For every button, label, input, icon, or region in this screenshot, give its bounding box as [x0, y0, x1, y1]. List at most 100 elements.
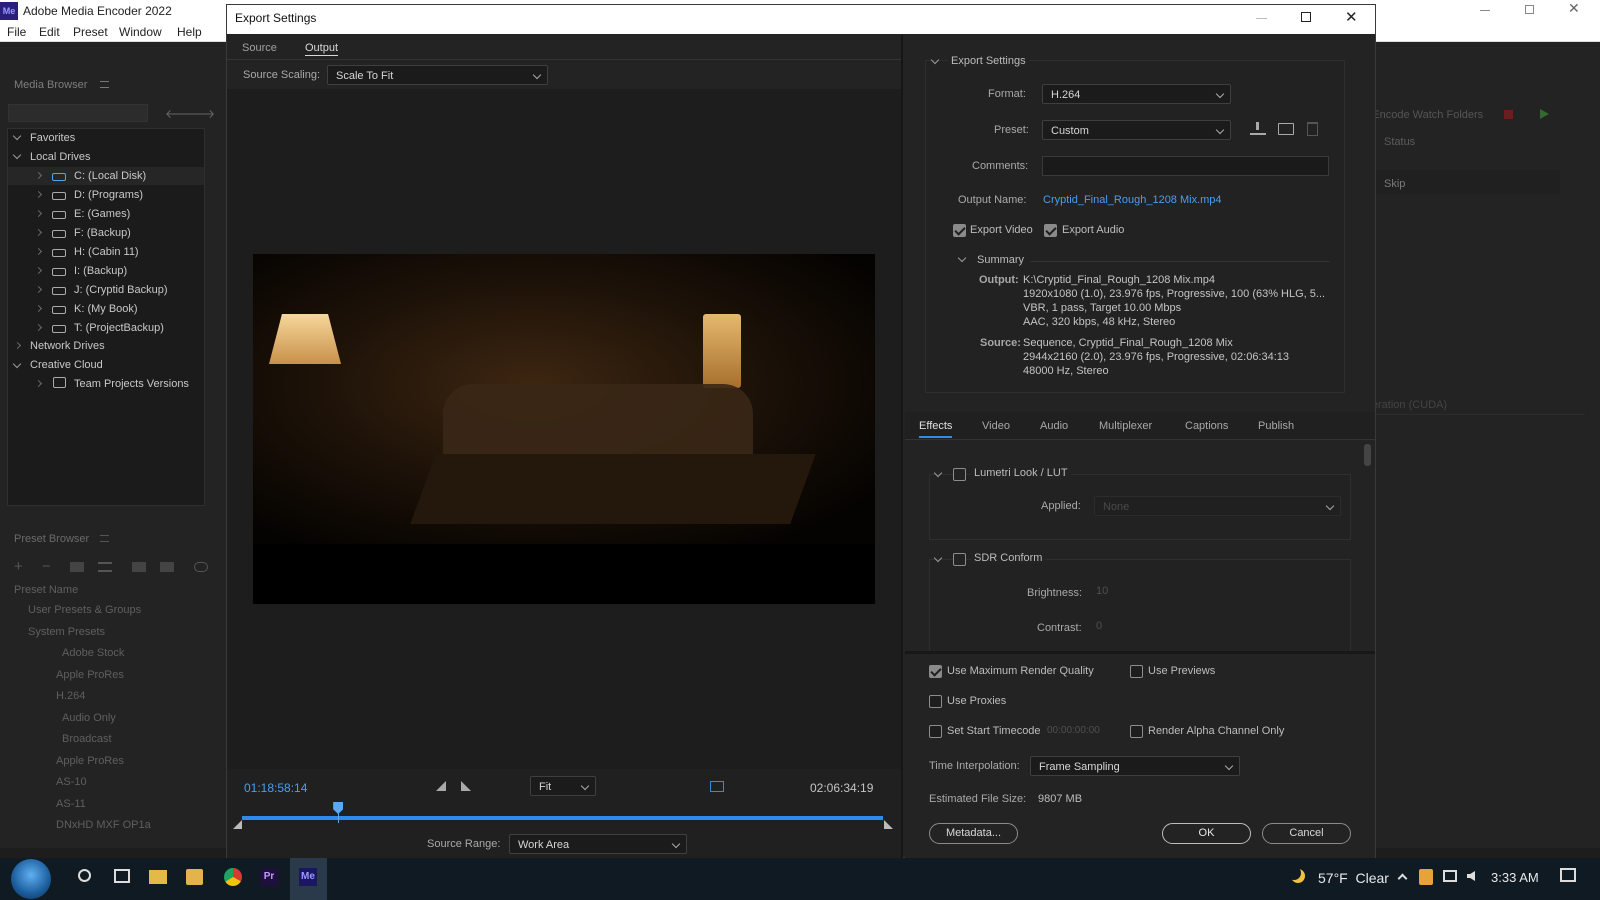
zoom-dropdown[interactable]: Fit — [530, 776, 596, 796]
alpha-only-checkbox[interactable] — [1130, 725, 1143, 738]
dialog-minimize-icon[interactable] — [1256, 18, 1267, 19]
settings-icon[interactable] — [98, 562, 112, 572]
in-point-marker[interactable] — [233, 820, 242, 829]
renderer-dropdown[interactable]: Acceleration (CUDA) — [1345, 399, 1585, 415]
tab-audio[interactable]: Audio — [1040, 420, 1068, 432]
tree-drive-c[interactable]: C: (Local Disk) — [74, 170, 146, 182]
current-timecode[interactable]: 01:18:58:14 — [244, 781, 307, 795]
weather-text[interactable]: 57°F Clear — [1318, 870, 1389, 886]
chrome-icon[interactable] — [224, 868, 242, 886]
use-previews-checkbox[interactable] — [1130, 665, 1143, 678]
menu-window[interactable]: Window — [119, 25, 162, 39]
dialog-maximize-icon[interactable] — [1301, 12, 1311, 22]
menu-preset[interactable]: Preset — [73, 25, 108, 39]
app-close-icon[interactable]: ✕ — [1568, 0, 1580, 17]
stop-queue-button[interactable] — [1504, 110, 1513, 119]
preset-broadcast[interactable]: Broadcast — [62, 733, 112, 745]
preset-dnxhd[interactable]: DNxHD MXF OP1a — [56, 819, 151, 831]
tab-captions[interactable]: Captions — [1185, 420, 1228, 432]
export-video-checkbox[interactable] — [953, 224, 966, 237]
media-encoder-icon[interactable]: Me — [299, 868, 317, 886]
import-preset-icon[interactable] — [1278, 123, 1294, 135]
tree-favorites[interactable]: Favorites — [30, 132, 75, 144]
menu-help[interactable]: Help — [177, 25, 202, 39]
preset-h264[interactable]: H.264 — [56, 690, 85, 702]
set-out-point-icon[interactable] — [461, 781, 471, 791]
preset-name-column[interactable]: Preset Name — [14, 584, 78, 596]
dialog-close-icon[interactable]: ✕ — [1345, 8, 1358, 26]
save-preset-icon[interactable] — [1250, 122, 1266, 135]
tab-publish[interactable]: Publish — [1258, 420, 1294, 432]
tab-video[interactable]: Video — [982, 420, 1010, 432]
export-icon[interactable] — [160, 562, 174, 572]
output-name-link[interactable]: Cryptid_Final_Rough_1208 Mix.mp4 — [1043, 194, 1222, 206]
preset-system-presets[interactable]: System Presets — [28, 626, 105, 638]
sdr-checkbox[interactable] — [953, 553, 966, 566]
panel-menu-icon[interactable] — [100, 81, 109, 88]
queue-status-column[interactable]: Status — [1384, 136, 1415, 148]
tab-multiplexer[interactable]: Multiplexer — [1099, 420, 1152, 432]
export-audio-checkbox[interactable] — [1044, 224, 1057, 237]
app-minimize-icon[interactable] — [1480, 10, 1490, 11]
tree-drive-e[interactable]: E: (Games) — [74, 208, 130, 220]
tray-app-icon[interactable] — [1419, 869, 1433, 885]
export-audio-label[interactable]: Export Audio — [1062, 224, 1124, 236]
aspect-ratio-icon[interactable] — [710, 781, 724, 792]
set-in-point-icon[interactable] — [436, 781, 446, 791]
start-button[interactable] — [11, 859, 51, 899]
search-icon[interactable] — [78, 869, 91, 882]
tree-team-projects[interactable]: Team Projects Versions — [74, 378, 189, 390]
preset-dropdown[interactable]: Custom — [1042, 120, 1231, 140]
tree-local-drives[interactable]: Local Drives — [30, 151, 91, 163]
ok-button[interactable]: OK — [1162, 823, 1251, 844]
premiere-icon[interactable]: Pr — [260, 868, 278, 886]
import-icon[interactable] — [132, 562, 146, 572]
media-player-icon[interactable] — [186, 869, 203, 885]
start-timecode-value[interactable]: 00:00:00:00 — [1047, 725, 1100, 736]
brightness-value[interactable]: 10 — [1096, 585, 1108, 597]
task-view-icon[interactable] — [114, 869, 130, 883]
max-quality-checkbox[interactable] — [929, 665, 942, 678]
panel-menu-icon[interactable] — [100, 535, 109, 542]
start-timecode-label[interactable]: Set Start Timecode — [947, 725, 1041, 737]
clock[interactable]: 3:33 AM — [1491, 870, 1539, 885]
format-dropdown[interactable]: H.264 — [1042, 84, 1231, 104]
effects-scrollbar[interactable] — [1364, 444, 1371, 466]
preset-user-presets[interactable]: User Presets & Groups — [28, 604, 141, 616]
use-previews-label[interactable]: Use Previews — [1148, 665, 1215, 677]
preset-apple-prores[interactable]: Apple ProRes — [56, 669, 124, 681]
delete-preset-icon[interactable] — [1307, 122, 1318, 136]
tree-drive-t[interactable]: T: (ProjectBackup) — [74, 322, 164, 334]
remove-preset-icon[interactable]: − — [42, 558, 51, 575]
tree-drive-h[interactable]: H: (Cabin 11) — [74, 246, 139, 258]
tree-creative-cloud[interactable]: Creative Cloud — [30, 359, 103, 371]
alpha-only-label[interactable]: Render Alpha Channel Only — [1148, 725, 1284, 737]
applied-dropdown[interactable]: None — [1094, 496, 1341, 516]
lumetri-checkbox[interactable] — [953, 468, 966, 481]
queue-row[interactable] — [1345, 170, 1560, 194]
preset-apple-prores-2[interactable]: Apple ProRes — [56, 755, 124, 767]
app-restore-icon[interactable] — [1525, 5, 1534, 14]
network-icon[interactable] — [1443, 870, 1457, 882]
preset-as10[interactable]: AS-10 — [56, 776, 87, 788]
tree-drive-k[interactable]: K: (My Book) — [74, 303, 138, 315]
source-scaling-dropdown[interactable]: Scale To Fit — [327, 65, 548, 85]
time-interpolation-dropdown[interactable]: Frame Sampling — [1030, 756, 1240, 776]
export-video-label[interactable]: Export Video — [970, 224, 1033, 236]
use-proxies-label[interactable]: Use Proxies — [947, 695, 1006, 707]
source-range-dropdown[interactable]: Work Area — [509, 834, 687, 854]
tab-output[interactable]: Output — [305, 42, 339, 56]
tab-effects[interactable]: Effects — [919, 420, 953, 438]
tree-drive-d[interactable]: D: (Programs) — [74, 189, 143, 201]
out-point-marker[interactable] — [884, 820, 893, 829]
cancel-button[interactable]: Cancel — [1262, 823, 1351, 844]
start-queue-button[interactable] — [1540, 109, 1549, 119]
tree-drive-f[interactable]: F: (Backup) — [74, 227, 131, 239]
menu-edit[interactable]: Edit — [39, 25, 60, 39]
notifications-icon[interactable] — [1560, 868, 1576, 882]
preset-adobe-stock[interactable]: Adobe Stock — [62, 647, 124, 659]
tree-network-drives[interactable]: Network Drives — [30, 340, 105, 352]
comments-input[interactable] — [1042, 156, 1329, 176]
use-proxies-checkbox[interactable] — [929, 695, 942, 708]
add-preset-icon[interactable]: + — [14, 558, 23, 575]
